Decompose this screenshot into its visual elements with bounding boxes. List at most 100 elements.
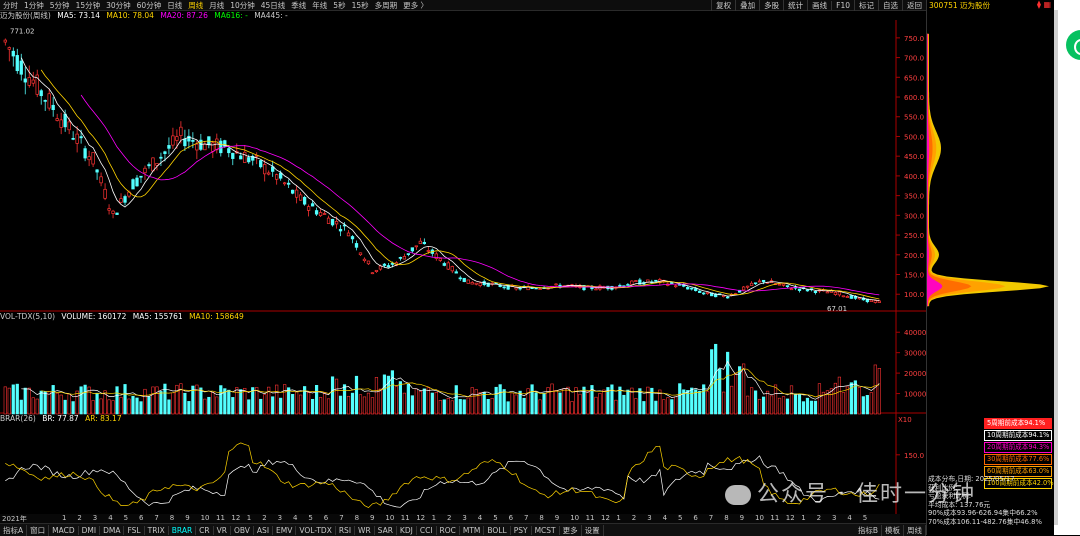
- chip-legend-item[interactable]: 5周期前成本94.1%: [984, 418, 1052, 429]
- chip-settings-icon[interactable]: ▦: [1043, 0, 1051, 9]
- volume-bar: [602, 389, 606, 415]
- volume-bar: [753, 390, 758, 415]
- toolbar-button[interactable]: 多股: [759, 0, 783, 11]
- candle-body: [833, 291, 838, 295]
- period-tab[interactable]: 分时: [0, 0, 21, 11]
- volume-bar: [714, 343, 718, 415]
- toolbar-button[interactable]: 自选: [878, 0, 902, 11]
- panel-tools[interactable]: ⧫ ▦: [1037, 0, 1051, 9]
- indicator-tab[interactable]: SAR: [375, 525, 397, 535]
- indicator-tab[interactable]: OBV: [231, 525, 254, 535]
- volume-bar: [789, 385, 794, 415]
- indicator-tab[interactable]: WR: [355, 525, 375, 535]
- high-price-label: 771.02: [10, 28, 35, 36]
- period-tab[interactable]: 5分钟: [47, 0, 73, 11]
- period-tab[interactable]: 周线: [185, 0, 206, 11]
- volume-bar: [458, 399, 462, 415]
- indicator-tab[interactable]: PSY: [511, 525, 532, 535]
- volume-bar: [263, 394, 267, 415]
- candle-body: [761, 279, 766, 283]
- indicator-tab[interactable]: ASI: [254, 525, 274, 535]
- indicator-tab[interactable]: MCST: [532, 525, 560, 535]
- indicator-tab[interactable]: CCI: [417, 525, 437, 535]
- chip-layer: [927, 33, 1049, 307]
- candle-body: [442, 263, 446, 266]
- period-tab[interactable]: 月线: [206, 0, 227, 11]
- candle-body: [873, 300, 877, 303]
- volume-bar: [722, 391, 726, 415]
- candle-body: [302, 196, 307, 205]
- period-tab[interactable]: 多周期: [372, 0, 401, 11]
- indicator-tab[interactable]: VR: [214, 525, 231, 535]
- indicator-tab[interactable]: BRAR: [169, 525, 197, 535]
- toolbar-button[interactable]: 统计: [783, 0, 807, 11]
- chip-legend-item[interactable]: 10周期前成本94.1%: [984, 430, 1052, 441]
- indicator-tab[interactable]: TRIX: [145, 525, 169, 535]
- br-label: BR: 77.87: [42, 414, 79, 423]
- indicator-tab[interactable]: RSI: [336, 525, 356, 535]
- period-tab[interactable]: 年线: [309, 0, 330, 11]
- indicator-tab[interactable]: CR: [196, 525, 214, 535]
- volume-bar: [75, 390, 79, 415]
- period-tab[interactable]: 季线: [288, 0, 309, 11]
- month-label: 1: [62, 514, 67, 522]
- period-tab[interactable]: 5秒: [330, 0, 348, 11]
- chip-legend-item[interactable]: 30周期前成本77.6%: [984, 454, 1052, 465]
- volume-bar: [478, 392, 482, 415]
- ma5-label: MA5: 73.14: [57, 11, 101, 20]
- indicator-tab[interactable]: EMV: [273, 525, 297, 535]
- indicator-tab[interactable]: ROC: [437, 525, 460, 535]
- indicator-tab[interactable]: DMA: [100, 525, 125, 535]
- month-label: 8: [724, 514, 729, 522]
- toolbar-button[interactable]: 返回: [902, 0, 926, 11]
- period-tab[interactable]: 15秒: [349, 0, 372, 11]
- candle-body: [91, 152, 95, 165]
- indicator-tab[interactable]: FSL: [124, 525, 145, 535]
- volume-bar: [350, 392, 355, 415]
- indicator-tab[interactable]: MTM: [460, 525, 485, 535]
- template-button[interactable]: 模板: [882, 524, 904, 536]
- chip-tool-icon[interactable]: ⧫: [1037, 0, 1041, 9]
- candle-body: [119, 198, 123, 203]
- candle-body: [99, 176, 103, 184]
- indicator-tab[interactable]: DMI: [79, 525, 101, 535]
- volume-bar: [211, 392, 215, 415]
- scrollbar[interactable]: [1054, 10, 1058, 525]
- chip-legend-item[interactable]: 20周期前成本94.3%: [984, 442, 1052, 453]
- kline-chart[interactable]: 750.0 700.0 650.0 600.0 550.0 500.0 450.0 400.0…: [0, 20, 926, 514]
- toolbar-button[interactable]: 画线: [807, 0, 831, 11]
- period-tab[interactable]: 更多 〉: [400, 0, 431, 11]
- indicator-tab[interactable]: 指标A: [0, 524, 28, 536]
- period-tab[interactable]: 日线: [164, 0, 185, 11]
- wechat-logo: [1066, 30, 1080, 60]
- volume-bar: [11, 384, 15, 415]
- toolbar-button[interactable]: 复权: [711, 0, 735, 11]
- candle-body: [259, 160, 263, 168]
- period-button[interactable]: 周线: [904, 524, 926, 536]
- candle-body: [143, 167, 147, 174]
- volume-bar: [63, 399, 67, 415]
- period-tab[interactable]: 10分钟: [227, 0, 258, 11]
- candle-body: [690, 287, 694, 290]
- indicator-tab[interactable]: 更多: [560, 524, 582, 536]
- vol-ma5-label: MA5: 155761: [132, 312, 183, 321]
- indicator-tab[interactable]: 设置: [582, 524, 604, 536]
- period-tab[interactable]: 45日线: [258, 0, 289, 11]
- toolbar-button[interactable]: 叠加: [735, 0, 759, 11]
- template-button[interactable]: 指标B: [855, 524, 882, 536]
- volume-bar: [243, 387, 247, 415]
- period-tab[interactable]: 60分钟: [134, 0, 165, 11]
- indicator-tab[interactable]: BOLL: [484, 525, 511, 535]
- candle-body: [757, 280, 762, 283]
- toolbar-button[interactable]: 标记: [854, 0, 878, 11]
- indicator-tab[interactable]: 窗口: [27, 524, 50, 536]
- volume-bar: [67, 393, 71, 415]
- period-tab[interactable]: 1分钟: [21, 0, 47, 11]
- toolbar-button[interactable]: F10: [831, 0, 854, 10]
- volume-tick-label: 40000: [904, 329, 926, 337]
- indicator-tab[interactable]: MACD: [49, 525, 79, 535]
- period-tab[interactable]: 15分钟: [73, 0, 104, 11]
- indicator-tab[interactable]: KDJ: [397, 525, 417, 535]
- indicator-tab[interactable]: VOL-TDX: [296, 525, 336, 535]
- period-tab[interactable]: 30分钟: [103, 0, 134, 11]
